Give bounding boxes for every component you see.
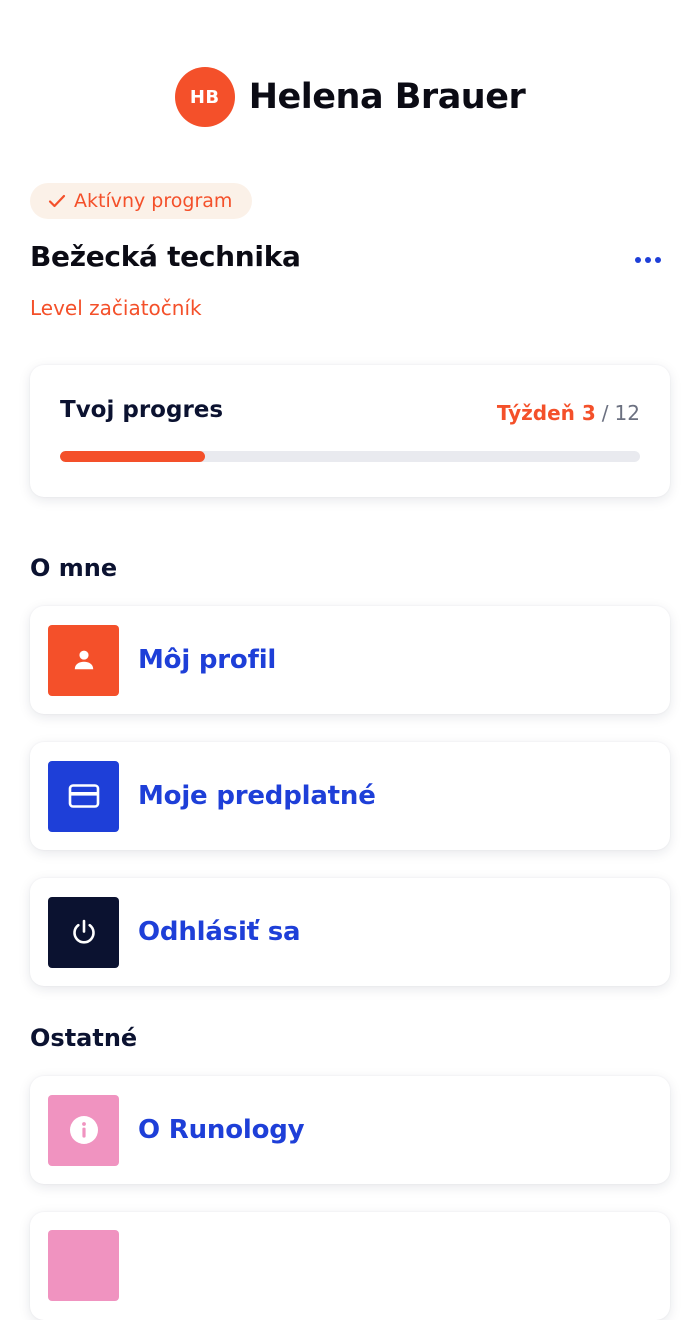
menu-item-label: Môj profil <box>138 645 277 675</box>
pink-tile-icon <box>48 1230 119 1301</box>
progress-bar <box>60 451 640 462</box>
program-level: Level začiatočník <box>30 296 202 320</box>
progress-week: Týždeň 3 / 12 <box>497 401 640 425</box>
menu-item-next[interactable] <box>30 1212 670 1320</box>
active-program-badge: Aktívny program <box>30 183 253 219</box>
menu-item-profile[interactable]: Môj profil <box>30 606 670 714</box>
section-title-other: Ostatné <box>30 1024 138 1052</box>
badge-label: Aktívny program <box>74 190 233 212</box>
section-title-about-me: O mne <box>30 554 118 582</box>
credit-card-icon <box>48 760 119 832</box>
checkmark-icon <box>48 194 66 208</box>
user-name: Helena Brauer <box>248 77 526 117</box>
more-dot-icon <box>655 257 661 263</box>
progress-bar-fill <box>60 451 205 462</box>
more-dot-icon <box>645 257 651 263</box>
menu-item-label: Odhlásiť sa <box>138 917 301 947</box>
person-icon <box>48 624 119 696</box>
progress-card: Tvoj progres Týždeň 3 / 12 <box>30 365 670 497</box>
power-icon <box>48 896 119 968</box>
more-dot-icon <box>635 257 641 263</box>
week-current: Týždeň 3 <box>496 401 596 425</box>
menu-item-subscription[interactable]: Moje predplatné <box>30 742 670 850</box>
menu-item-about-runology[interactable]: O Runology <box>30 1076 670 1184</box>
week-separator: / <box>601 401 609 425</box>
menu-item-logout[interactable]: Odhlásiť sa <box>30 878 670 986</box>
progress-label: Tvoj progres <box>60 397 224 423</box>
info-icon <box>48 1094 119 1166</box>
menu-item-label: O Runology <box>138 1115 305 1145</box>
menu-item-label: Moje predplatné <box>138 781 376 811</box>
program-title: Bežecká technika <box>30 240 301 273</box>
week-total: 12 <box>614 401 640 425</box>
more-options-button[interactable] <box>626 246 670 274</box>
avatar: HB <box>174 67 235 127</box>
profile-header: HB Helena Brauer <box>0 66 700 128</box>
